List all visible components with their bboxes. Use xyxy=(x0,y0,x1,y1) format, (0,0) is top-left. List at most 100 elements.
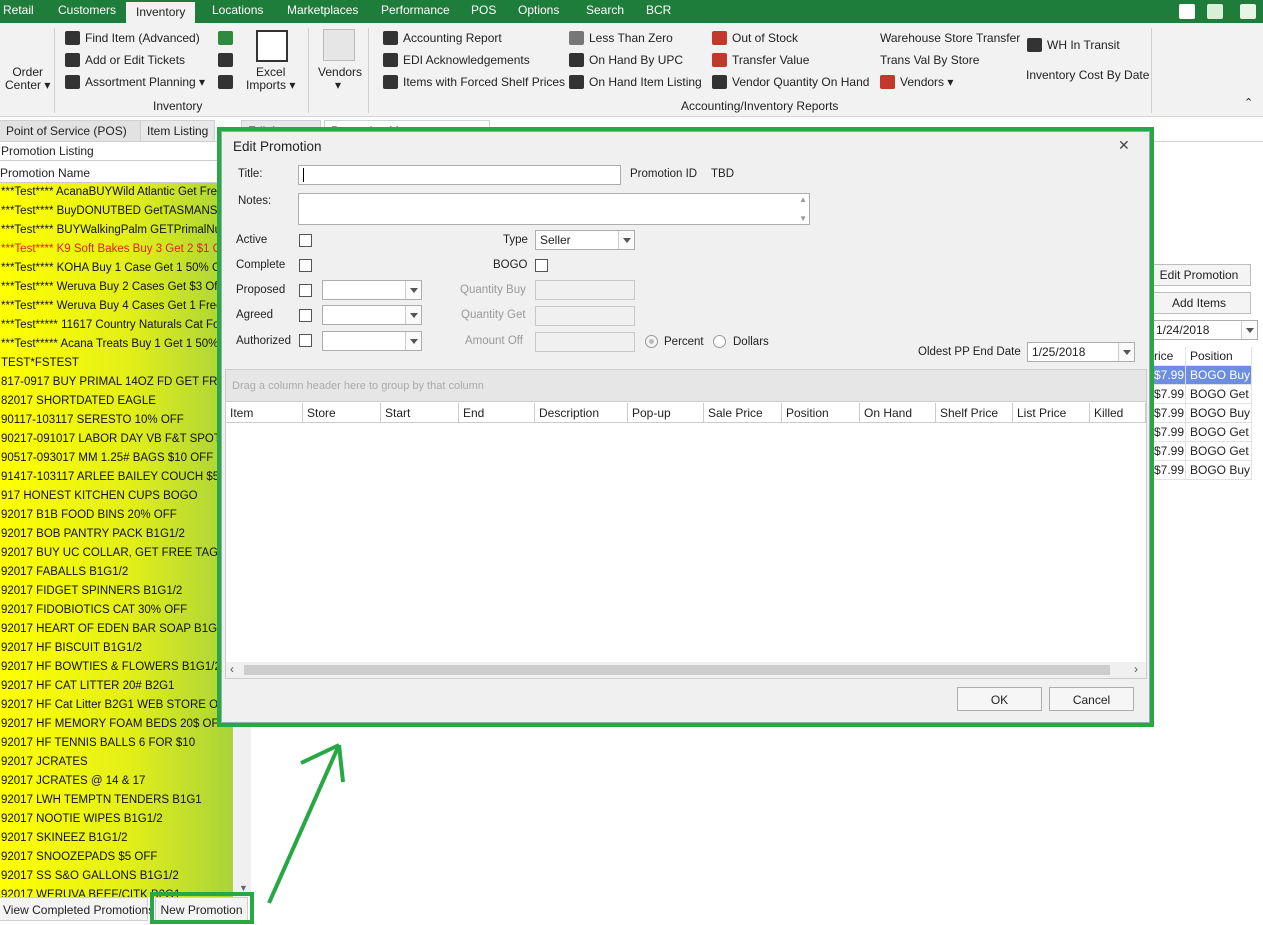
list-item[interactable]: ***Test**** Weruva Buy 4 Cases Get 1 Fre… xyxy=(0,297,233,316)
menu-tab-options[interactable]: Options xyxy=(518,3,559,17)
grid-header-price[interactable]: rice xyxy=(1150,347,1186,366)
list-item[interactable]: 92017 SNOOZEPADS $5 OFF xyxy=(0,848,233,867)
save-icon[interactable] xyxy=(1240,4,1256,19)
excel-imports-button[interactable]: Excel Imports ▾ xyxy=(246,66,295,92)
list-item[interactable]: 92017 B1B FOOD BINS 20% OFF xyxy=(0,506,233,525)
excel-icon[interactable] xyxy=(1207,4,1223,19)
table-cell-price[interactable]: $7.99 xyxy=(1150,442,1186,461)
menu-tab-bcr[interactable]: BCR xyxy=(646,3,671,17)
list-item[interactable]: 92017 JCRATES @ 14 & 17 xyxy=(0,772,233,791)
menu-tab-retail[interactable]: Retail xyxy=(3,3,34,17)
grid-header-position[interactable]: Position xyxy=(1186,347,1252,366)
list-item[interactable]: ***Test**** BUYWalkingPalm GETPrimalNug xyxy=(0,221,233,240)
list-item[interactable]: 82017 SHORTDATED EAGLE xyxy=(0,392,233,411)
list-item[interactable]: 92017 BUY UC COLLAR, GET FREE TAG xyxy=(0,544,233,563)
list-item[interactable]: ***Test**** Weruva Buy 2 Cases Get $3 Of… xyxy=(0,278,233,297)
menu-tab-search[interactable]: Search xyxy=(586,3,624,17)
table-cell-price[interactable]: $7.99 xyxy=(1150,461,1186,480)
collapse-ribbon-icon[interactable]: ⌃ xyxy=(1244,96,1253,109)
table-cell-price[interactable]: $7.99 xyxy=(1150,385,1186,404)
list-item[interactable]: ***Test***** 11617 Country Naturals Cat … xyxy=(0,316,233,335)
list-item[interactable]: 92017 SS S&O GALLONS B1G1/2 xyxy=(0,867,233,886)
list-item[interactable]: TEST*FSTEST xyxy=(0,354,233,373)
calculator-icon[interactable] xyxy=(218,75,233,89)
view-completed-promotions-button[interactable]: View Completed Promotions xyxy=(0,897,154,921)
out-of-stock-link[interactable]: Out of Stock xyxy=(732,31,798,45)
list-item[interactable]: 92017 BOB PANTRY PACK B1G1/2 xyxy=(0,525,233,544)
eraser-icon xyxy=(880,75,895,89)
tab-item-listing[interactable]: Item Listing xyxy=(140,120,216,142)
list-item[interactable]: 92017 FIDGET SPINNERS B1G1/2 xyxy=(0,582,233,601)
assortment-planning-button[interactable]: Assortment Planning ▾ xyxy=(85,75,205,89)
table-cell-position[interactable]: BOGO Get xyxy=(1186,385,1252,404)
list-item[interactable]: ***Test**** KOHA Buy 1 Case Get 1 50% Of… xyxy=(0,259,233,278)
on-hand-by-upc-link[interactable]: On Hand By UPC xyxy=(589,53,683,67)
list-item[interactable]: 92017 NOOTIE WIPES B1G1/2 xyxy=(0,810,233,829)
list-item[interactable]: 92017 FIDOBIOTICS CAT 30% OFF xyxy=(0,601,233,620)
list-item[interactable]: ***Test**** BuyDONUTBED GetTASMANS xyxy=(0,202,233,221)
menu-tab-inventory[interactable]: Inventory xyxy=(126,2,196,23)
menu-tab-marketplaces[interactable]: Marketplaces xyxy=(287,3,358,17)
list-item[interactable]: 817-0917 BUY PRIMAL 14OZ FD GET FREE G xyxy=(0,373,233,392)
order-center-button[interactable]: Order Center ▾ xyxy=(5,66,50,92)
list-item[interactable]: 92017 FABALLS B1G1/2 xyxy=(0,563,233,582)
list-item[interactable]: 92017 HF Cat Litter B2G1 WEB STORE ONLY xyxy=(0,696,233,715)
list-item[interactable]: 92017 HF CAT LITTER 20# B2G1 xyxy=(0,677,233,696)
list-item[interactable]: 90517-093017 MM 1.25# BAGS $10 OFF xyxy=(0,449,233,468)
list-item[interactable]: 91417-103117 ARLEE BAILEY COUCH $50 O xyxy=(0,468,233,487)
edit-promotion-button[interactable]: Edit Promotion xyxy=(1147,264,1251,286)
list-item[interactable]: 92017 HF BISCUIT B1G1/2 xyxy=(0,639,233,658)
list-item[interactable]: 917 HONEST KITCHEN CUPS BOGO xyxy=(0,487,233,506)
accounting-report-icon xyxy=(383,31,398,45)
add-items-button[interactable]: Add Items xyxy=(1147,292,1251,314)
promotion-name-header[interactable]: Promotion Name xyxy=(0,164,233,183)
less-than-zero-link[interactable]: Less Than Zero xyxy=(589,31,673,45)
menu-tab-locations[interactable]: Locations xyxy=(212,3,263,17)
print-icon[interactable] xyxy=(1179,4,1195,19)
table-cell-position[interactable]: BOGO Get xyxy=(1186,442,1252,461)
list-item[interactable]: 92017 HEART OF EDEN BAR SOAP B1G1/2 xyxy=(0,620,233,639)
list-item[interactable]: 92017 JCRATES xyxy=(0,753,233,772)
table-cell-position[interactable]: BOGO Buy xyxy=(1186,366,1252,385)
chevron-down-icon[interactable] xyxy=(1241,321,1257,339)
list-item[interactable]: 90117-103117 SERESTO 10% OFF xyxy=(0,411,233,430)
grid-icon[interactable] xyxy=(218,53,233,67)
menu-tab-pos[interactable]: POS xyxy=(471,3,496,17)
add-edit-tickets-button[interactable]: Add or Edit Tickets xyxy=(85,53,185,67)
menu-tab-performance[interactable]: Performance xyxy=(381,3,450,17)
warehouse-store-transfer-link[interactable]: Warehouse Store Transfer xyxy=(880,31,1020,45)
right-date-value: 1/24/2018 xyxy=(1156,323,1210,337)
tab-pos[interactable]: Point of Service (POS) ✕ xyxy=(0,120,158,142)
clipboard-icon[interactable] xyxy=(218,31,233,45)
list-item[interactable]: ***Test**** AcanaBUYWild Atlantic Get Fr… xyxy=(0,183,233,202)
transfer-value-link[interactable]: Transfer Value xyxy=(732,53,809,67)
wh-in-transit-link[interactable]: WH In Transit xyxy=(1047,38,1120,52)
on-hand-item-listing-link[interactable]: On Hand Item Listing xyxy=(589,75,702,89)
list-item[interactable]: ***Test**** K9 Soft Bakes Buy 3 Get 2 $1… xyxy=(0,240,233,259)
list-item[interactable]: 92017 HF BOWTIES & FLOWERS B1G1/2 xyxy=(0,658,233,677)
find-item-button[interactable]: Find Item (Advanced) xyxy=(85,31,200,45)
table-cell-price[interactable]: $7.99 xyxy=(1150,366,1186,385)
accounting-report-link[interactable]: Accounting Report xyxy=(403,31,502,45)
vendor-quantity-on-hand-link[interactable]: Vendor Quantity On Hand xyxy=(732,75,869,89)
table-cell-position[interactable]: BOGO Buy xyxy=(1186,404,1252,423)
list-item[interactable]: 92017 SKINEEZ B1G1/2 xyxy=(0,829,233,848)
trans-val-by-store-link[interactable]: Trans Val By Store xyxy=(880,53,979,67)
table-cell-position[interactable]: BOGO Get xyxy=(1186,423,1252,442)
vendors-dropdown-arrow[interactable]: ▾ xyxy=(335,78,341,92)
forced-shelf-prices-link[interactable]: Items with Forced Shelf Prices xyxy=(403,75,565,89)
list-item[interactable]: ***Test***** Acana Treats Buy 1 Get 1 50… xyxy=(0,335,233,354)
edi-acknowledgements-link[interactable]: EDI Acknowledgements xyxy=(403,53,530,67)
vendors-report-dropdown[interactable]: Vendors ▾ xyxy=(900,75,953,89)
list-item[interactable]: 92017 LWH TEMPTN TENDERS B1G1 xyxy=(0,791,233,810)
right-date-picker[interactable]: 1/24/2018 xyxy=(1151,320,1258,340)
vendors-button[interactable]: Vendors xyxy=(318,65,362,79)
table-cell-price[interactable]: $7.99 xyxy=(1150,404,1186,423)
list-item[interactable]: 92017 HF MEMORY FOAM BEDS 20$ OFF xyxy=(0,715,233,734)
list-item[interactable]: 90217-091017 LABOR DAY VB F&T SPOT ON xyxy=(0,430,233,449)
table-cell-position[interactable]: BOGO Buy xyxy=(1186,461,1252,480)
list-item[interactable]: 92017 HF TENNIS BALLS 6 FOR $10 xyxy=(0,734,233,753)
menu-tab-customers[interactable]: Customers xyxy=(58,3,116,17)
table-cell-price[interactable]: $7.99 xyxy=(1150,423,1186,442)
inventory-cost-by-date-link[interactable]: Inventory Cost By Date xyxy=(1026,68,1149,82)
